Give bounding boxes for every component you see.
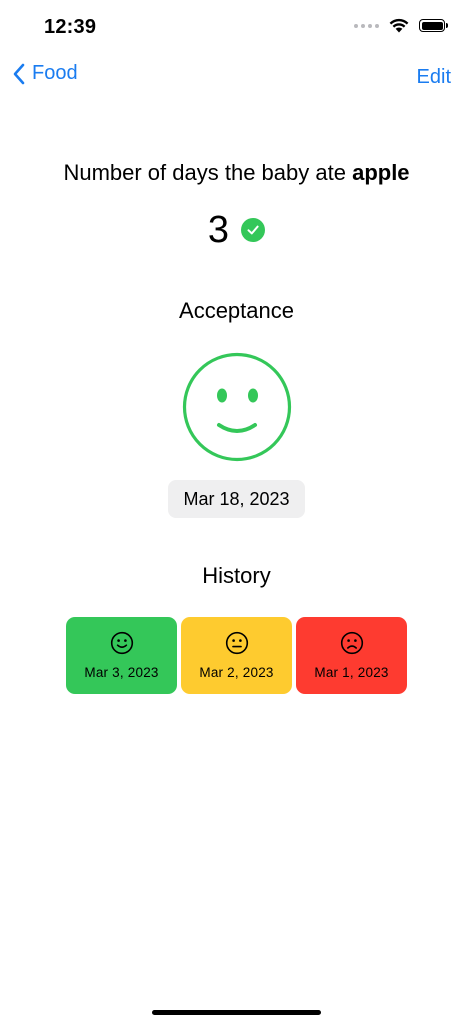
neutral-face-icon	[225, 631, 248, 655]
navigation-bar: Food Edit	[0, 56, 473, 100]
acceptance-title: Acceptance	[179, 298, 294, 323]
battery-icon	[419, 19, 448, 32]
chevron-left-icon	[13, 63, 25, 84]
status-time: 12:39	[44, 16, 97, 38]
page-headline: Number of days the baby ate apple	[0, 160, 473, 186]
sad-face-icon	[340, 631, 363, 655]
history-card-date: Mar 3, 2023	[84, 665, 159, 680]
history-card-happy[interactable]: Mar 3, 2023	[66, 617, 177, 694]
cellular-signal-icon	[354, 23, 379, 28]
food-detail-screen: 12:39 Food Edit Number of days the baby …	[0, 0, 473, 1024]
wifi-icon	[389, 18, 409, 33]
happy-face-icon	[110, 631, 133, 655]
status-icons	[354, 18, 448, 33]
headline-food-name: apple	[352, 160, 410, 185]
edit-button[interactable]: Edit	[417, 66, 451, 89]
headline-prefix: Number of days the baby ate	[63, 160, 353, 185]
history-card-neutral[interactable]: Mar 2, 2023	[181, 617, 292, 694]
checkmark-circle-icon	[241, 218, 266, 242]
back-button-label: Food	[32, 62, 78, 84]
history-card-date: Mar 2, 2023	[199, 665, 274, 680]
history-card-date: Mar 1, 2023	[314, 665, 389, 680]
history-card-sad[interactable]: Mar 1, 2023	[296, 617, 407, 694]
days-count: 3	[207, 209, 230, 251]
history-list: Mar 3, 2023 Mar 2, 2023 Mar 1, 2023	[66, 617, 407, 694]
history-title: History	[202, 563, 271, 588]
status-bar: 12:39	[0, 0, 473, 54]
days-count-row: 3	[0, 206, 473, 254]
acceptance-date-picker[interactable]: Mar 18, 2023	[168, 480, 305, 518]
home-indicator[interactable]	[152, 1010, 321, 1015]
smiling-face-icon	[182, 352, 292, 462]
back-button[interactable]: Food	[12, 62, 78, 85]
